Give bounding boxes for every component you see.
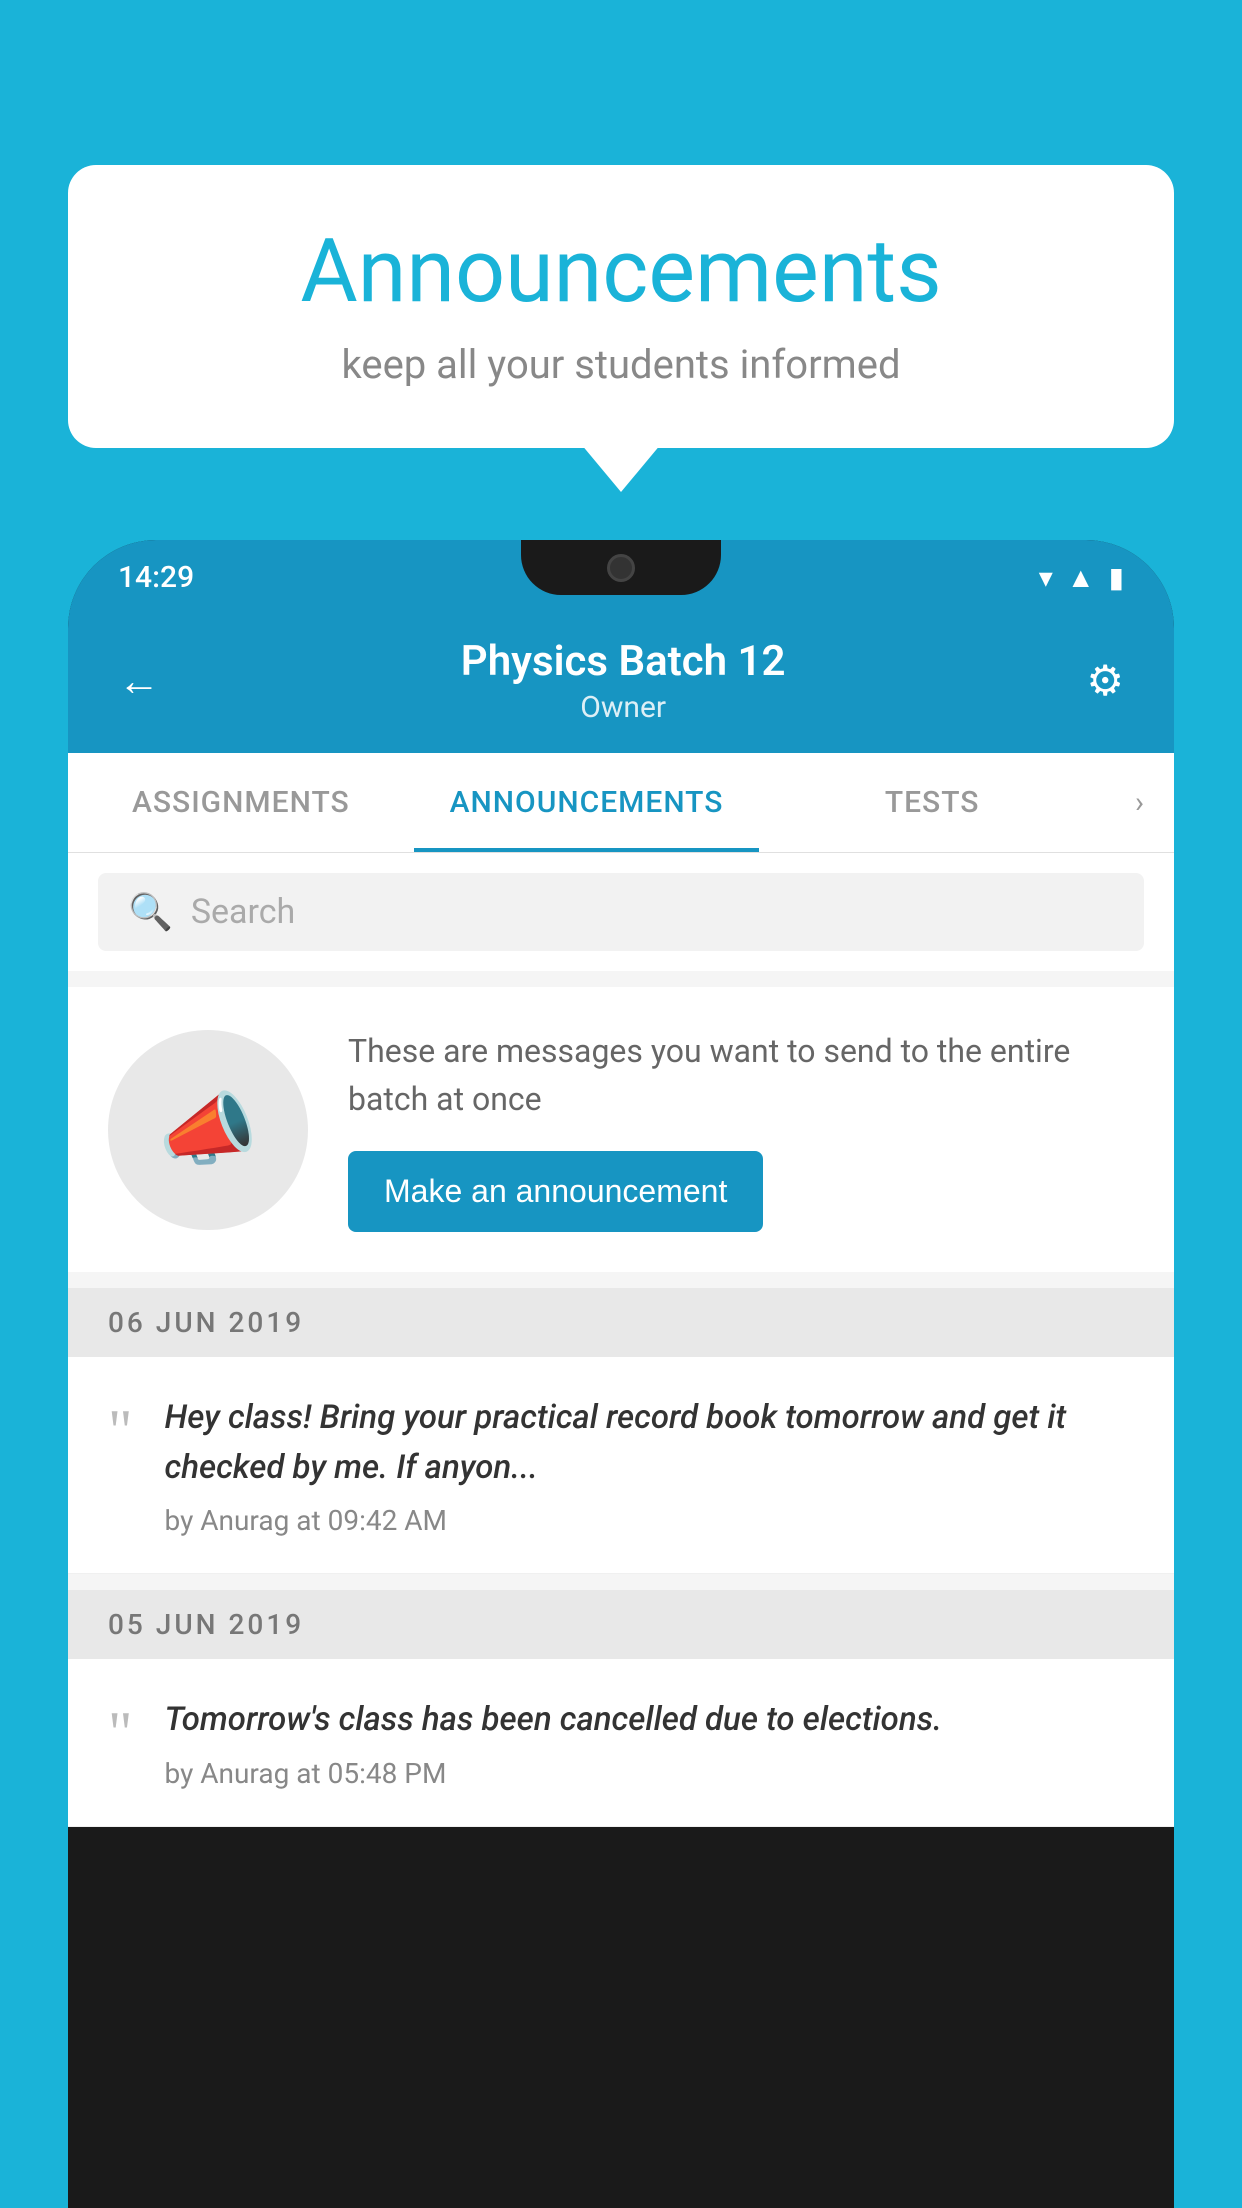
status-time: 14:29 — [118, 560, 194, 595]
announcement-text-1: Hey class! Bring your practical record b… — [165, 1393, 1135, 1537]
tab-assignments[interactable]: ASSIGNMENTS — [68, 753, 414, 852]
date-divider-1: 06 JUN 2019 — [68, 1288, 1174, 1357]
announcement-meta-1: by Anurag at 09:42 AM — [165, 1504, 1135, 1537]
date-divider-2: 05 JUN 2019 — [68, 1590, 1174, 1659]
back-button[interactable]: ← — [118, 657, 160, 706]
phone-notch — [521, 540, 721, 595]
quote-icon-2: " — [108, 1703, 133, 1763]
search-icon: 🔍 — [128, 891, 173, 933]
phone-content: 🔍 Search 📣 These are messages you want t… — [68, 853, 1174, 1827]
promo-icon-circle: 📣 — [108, 1030, 308, 1230]
search-bar[interactable]: 🔍 Search — [98, 873, 1144, 951]
megaphone-icon: 📣 — [158, 1083, 258, 1177]
tab-more[interactable]: › — [1105, 753, 1174, 852]
speech-bubble-container: Announcements keep all your students inf… — [68, 165, 1174, 448]
header-center: Physics Batch 12 Owner — [461, 637, 786, 725]
settings-button[interactable]: ⚙ — [1086, 656, 1124, 706]
battery-icon: ▮ — [1109, 561, 1124, 594]
announcement-text-2: Tomorrow's class has been cancelled due … — [165, 1695, 1135, 1790]
search-placeholder: Search — [191, 892, 295, 932]
app-header: ← Physics Batch 12 Owner ⚙ — [68, 615, 1174, 753]
phone-camera — [607, 554, 635, 582]
announcement-message-2: Tomorrow's class has been cancelled due … — [165, 1695, 1135, 1745]
header-title: Physics Batch 12 — [461, 637, 786, 686]
search-container: 🔍 Search — [68, 853, 1174, 971]
bubble-title: Announcements — [128, 220, 1114, 323]
announcement-message-1: Hey class! Bring your practical record b… — [165, 1393, 1135, 1492]
phone-frame: 14:29 ▾ ▲ ▮ ← Physics Batch 12 Owner ⚙ A… — [68, 540, 1174, 2208]
promo-right: These are messages you want to send to t… — [348, 1027, 1134, 1232]
promo-card: 📣 These are messages you want to send to… — [68, 987, 1174, 1272]
tabs-bar: ASSIGNMENTS ANNOUNCEMENTS TESTS › — [68, 753, 1174, 853]
speech-bubble: Announcements keep all your students inf… — [68, 165, 1174, 448]
bubble-subtitle: keep all your students informed — [128, 341, 1114, 388]
make-announcement-button[interactable]: Make an announcement — [348, 1151, 763, 1232]
wifi-icon: ▾ — [1039, 561, 1053, 594]
tab-announcements[interactable]: ANNOUNCEMENTS — [414, 753, 760, 852]
announcement-item-2: " Tomorrow's class has been cancelled du… — [68, 1659, 1174, 1827]
announcement-item-1: " Hey class! Bring your practical record… — [68, 1357, 1174, 1574]
phone-mockup: 14:29 ▾ ▲ ▮ ← Physics Batch 12 Owner ⚙ A… — [68, 540, 1174, 2208]
signal-icon: ▲ — [1067, 561, 1095, 594]
quote-icon-1: " — [108, 1401, 133, 1461]
header-subtitle: Owner — [461, 690, 786, 725]
tab-tests[interactable]: TESTS — [759, 753, 1105, 852]
status-icons: ▾ ▲ ▮ — [1039, 561, 1124, 594]
announcement-meta-2: by Anurag at 05:48 PM — [165, 1757, 1135, 1790]
status-bar: 14:29 ▾ ▲ ▮ — [68, 540, 1174, 615]
promo-description: These are messages you want to send to t… — [348, 1027, 1134, 1123]
